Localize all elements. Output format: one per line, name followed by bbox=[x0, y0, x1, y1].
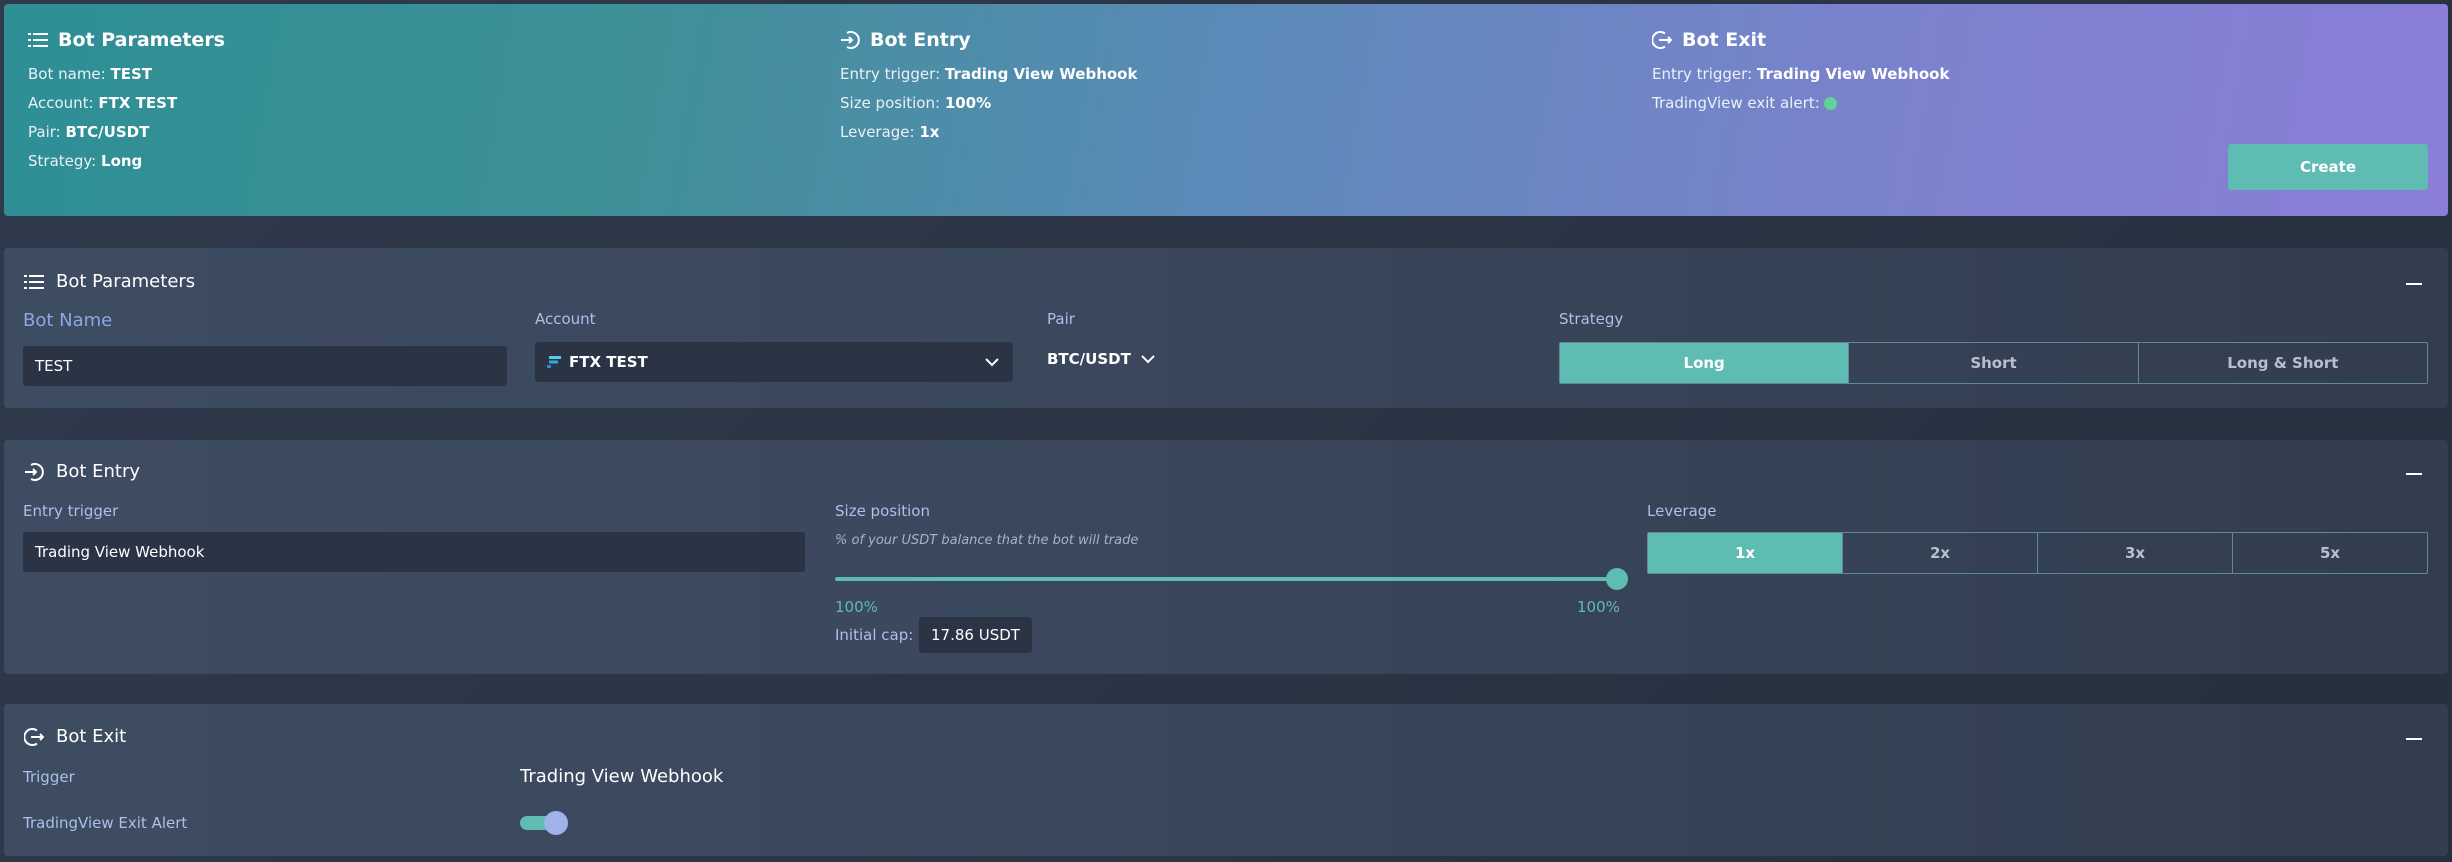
exit-icon bbox=[24, 727, 44, 747]
create-button[interactable]: Create bbox=[2228, 144, 2428, 190]
size-slider-fill bbox=[835, 577, 1617, 581]
bot-name-input[interactable]: TEST bbox=[23, 346, 507, 386]
summary-strategy-value: Long bbox=[101, 152, 143, 170]
bot-exit-title: Bot Exit bbox=[56, 726, 127, 747]
size-slider-track[interactable] bbox=[835, 568, 1628, 590]
initial-cap-label: Initial cap: bbox=[835, 626, 914, 644]
bot-exit-panel: Bot Exit Trigger Trading View Webhook Tr… bbox=[4, 704, 2448, 856]
summary-exit: Bot Exit Entry trigger: Trading View Web… bbox=[1652, 26, 1949, 112]
pair-select[interactable]: BTC/USDT bbox=[1047, 350, 1155, 368]
size-position-label: Size position bbox=[835, 502, 930, 520]
exit-icon bbox=[1652, 30, 1672, 50]
size-max-label: 100% bbox=[1577, 598, 1620, 616]
summary-size-label: Size position: bbox=[840, 94, 941, 112]
entry-trigger-input[interactable]: Trading View Webhook bbox=[23, 532, 805, 572]
bot-name-value: TEST bbox=[35, 357, 73, 375]
account-select[interactable]: FTX TEST bbox=[535, 342, 1013, 382]
bot-entry-title: Bot Entry bbox=[56, 461, 141, 482]
summary-params: Bot Parameters Bot name: TEST Account: F… bbox=[28, 26, 225, 170]
summary-account-label: Account: bbox=[28, 94, 94, 112]
exit-alert-toggle[interactable] bbox=[520, 811, 568, 835]
leverage-label: Leverage bbox=[1647, 502, 1717, 520]
summary-exit-title: Bot Exit bbox=[1682, 29, 1767, 51]
summary-pair-label: Pair: bbox=[28, 123, 61, 141]
bot-entry-panel: Bot Entry Entry trigger Trading View Web… bbox=[4, 440, 2448, 674]
pair-value: BTC/USDT bbox=[1047, 350, 1131, 368]
entry-trigger-label: Entry trigger bbox=[23, 502, 119, 520]
summary-account-value: FTX TEST bbox=[98, 94, 178, 112]
summary-strategy-label: Strategy: bbox=[28, 152, 97, 170]
summary-leverage-value: 1x bbox=[919, 123, 940, 141]
strategy-option-long[interactable]: Long bbox=[1560, 343, 1849, 383]
initial-cap-value: 17.86 USDT bbox=[919, 617, 1032, 653]
summary-exit-trigger-value: Trading View Webhook bbox=[1756, 65, 1950, 83]
collapse-exit-button[interactable] bbox=[2406, 738, 2422, 740]
leverage-option-3x[interactable]: 3x bbox=[2037, 533, 2232, 573]
summary-entry-title: Bot Entry bbox=[870, 29, 971, 51]
size-min-label: 100% bbox=[835, 598, 878, 616]
account-label: Account bbox=[535, 310, 596, 328]
collapse-params-button[interactable] bbox=[2406, 283, 2422, 285]
leverage-option-2x[interactable]: 2x bbox=[1842, 533, 2037, 573]
toggle-knob bbox=[544, 811, 568, 835]
summary-exit-trigger-label: Entry trigger: bbox=[1652, 65, 1753, 83]
entry-icon bbox=[24, 462, 44, 482]
summary-banner: Bot Parameters Bot name: TEST Account: F… bbox=[4, 4, 2448, 216]
exit-trigger-value: Trading View Webhook bbox=[520, 766, 724, 787]
leverage-option-5x[interactable]: 5x bbox=[2232, 533, 2427, 573]
bot-parameters-panel: Bot Parameters Bot Name TEST Account FTX… bbox=[4, 248, 2448, 408]
entry-trigger-value: Trading View Webhook bbox=[35, 543, 205, 561]
list-icon bbox=[24, 274, 44, 290]
summary-pair-value: BTC/USDT bbox=[65, 123, 150, 141]
size-slider-thumb[interactable] bbox=[1606, 568, 1628, 590]
list-icon bbox=[28, 32, 48, 48]
chevron-down-icon bbox=[1141, 354, 1155, 364]
entry-icon bbox=[840, 30, 860, 50]
leverage-option-1x[interactable]: 1x bbox=[1648, 533, 1842, 573]
summary-leverage-label: Leverage: bbox=[840, 123, 915, 141]
summary-size-value: 100% bbox=[944, 94, 992, 112]
summary-entry-trigger-label: Entry trigger: bbox=[840, 65, 941, 83]
summary-entry-trigger-value: Trading View Webhook bbox=[944, 65, 1138, 83]
size-position-hint: % of your USDT balance that the bot will… bbox=[835, 533, 1139, 548]
strategy-option-short[interactable]: Short bbox=[1848, 343, 2137, 383]
bot-name-label: Bot Name bbox=[23, 310, 113, 331]
summary-name-label: Bot name: bbox=[28, 65, 106, 83]
strategy-option-long-short[interactable]: Long & Short bbox=[2137, 343, 2427, 383]
account-value: FTX TEST bbox=[569, 353, 648, 371]
summary-params-title: Bot Parameters bbox=[58, 29, 225, 51]
summary-entry: Bot Entry Entry trigger: Trading View We… bbox=[840, 26, 1137, 141]
summary-name-value: TEST bbox=[110, 65, 153, 83]
chevron-down-icon bbox=[985, 357, 999, 367]
strategy-label: Strategy bbox=[1559, 310, 1624, 328]
collapse-entry-button[interactable] bbox=[2406, 473, 2422, 475]
ftx-logo-icon bbox=[547, 355, 561, 369]
summary-exit-alert-label: TradingView exit alert: bbox=[1652, 94, 1820, 112]
strategy-selector: Long Short Long & Short bbox=[1559, 342, 2428, 384]
bot-parameters-title: Bot Parameters bbox=[56, 271, 196, 292]
exit-alert-label: TradingView Exit Alert bbox=[23, 814, 188, 832]
exit-alert-status-dot bbox=[1823, 97, 1837, 110]
pair-label: Pair bbox=[1047, 310, 1075, 328]
exit-trigger-label: Trigger bbox=[23, 768, 75, 786]
leverage-selector: 1x 2x 3x 5x bbox=[1647, 532, 2428, 574]
